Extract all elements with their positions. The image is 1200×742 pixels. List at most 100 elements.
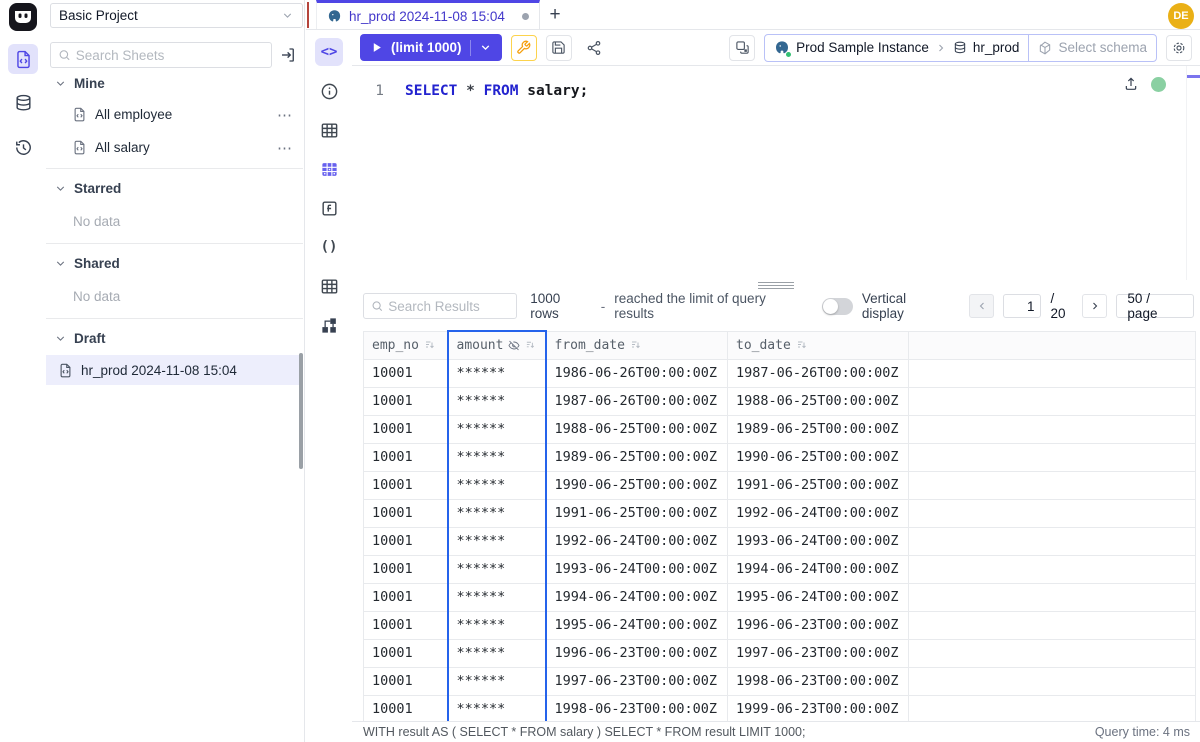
- rail-schema-diagram-button[interactable]: [315, 311, 343, 339]
- table-cell[interactable]: ******: [448, 555, 546, 583]
- table-cell[interactable]: 1991-06-25T00:00:00Z: [546, 499, 728, 527]
- table-cell[interactable]: 1994-06-24T00:00:00Z: [546, 583, 728, 611]
- page-number-input[interactable]: [1003, 294, 1041, 318]
- batch-query-button[interactable]: [729, 35, 755, 61]
- table-cell[interactable]: 10001: [364, 555, 448, 583]
- section-starred[interactable]: Starred: [46, 173, 303, 203]
- sidebar-scrollbar[interactable]: [299, 353, 303, 469]
- table-cell[interactable]: 1993-06-24T00:00:00Z: [728, 527, 909, 555]
- table-cell[interactable]: 1997-06-23T00:00:00Z: [546, 667, 728, 695]
- table-cell[interactable]: 1990-06-25T00:00:00Z: [546, 471, 728, 499]
- table-cell[interactable]: 10001: [364, 667, 448, 695]
- table-cell[interactable]: 1992-06-24T00:00:00Z: [728, 499, 909, 527]
- results-search-input[interactable]: [388, 299, 509, 314]
- panel-splitter[interactable]: [352, 280, 1200, 290]
- table-cell[interactable]: ******: [448, 471, 546, 499]
- table-cell[interactable]: 10001: [364, 695, 448, 723]
- table-cell[interactable]: ******: [448, 443, 546, 471]
- user-avatar[interactable]: DE: [1168, 3, 1194, 29]
- rail-info-button[interactable]: [315, 77, 343, 105]
- page-size-select[interactable]: 50 / page: [1116, 294, 1194, 318]
- sort-icon[interactable]: [525, 339, 536, 351]
- upload-icon[interactable]: [1123, 76, 1139, 92]
- column-header-to-date[interactable]: to_date: [728, 331, 909, 359]
- table-cell[interactable]: 1998-06-23T00:00:00Z: [546, 695, 728, 723]
- table-cell[interactable]: 10001: [364, 527, 448, 555]
- table-cell[interactable]: ******: [448, 499, 546, 527]
- bytebase-logo[interactable]: [8, 2, 38, 32]
- table-cell[interactable]: 1993-06-24T00:00:00Z: [546, 555, 728, 583]
- more-actions-icon[interactable]: ⋯: [277, 139, 293, 157]
- sheet-item-draft-hr-prod[interactable]: hr_prod 2024-11-08 15:04: [46, 355, 303, 385]
- rail-tables-button[interactable]: [315, 116, 343, 144]
- results-search-box[interactable]: [363, 293, 517, 319]
- table-cell[interactable]: 1996-06-23T00:00:00Z: [728, 611, 909, 639]
- sql-editor[interactable]: 1 SELECT * FROM salary;: [352, 66, 1200, 280]
- table-cell[interactable]: 10001: [364, 611, 448, 639]
- rail-databases-button[interactable]: [8, 88, 38, 118]
- column-header-amount[interactable]: amount: [448, 331, 546, 359]
- table-cell[interactable]: 1987-06-26T00:00:00Z: [546, 387, 728, 415]
- section-mine[interactable]: Mine: [46, 68, 303, 98]
- table-cell[interactable]: ******: [448, 415, 546, 443]
- table-cell[interactable]: 1996-06-23T00:00:00Z: [546, 639, 728, 667]
- table-cell[interactable]: ******: [448, 639, 546, 667]
- table-cell[interactable]: 1999-06-23T00:00:00Z: [728, 695, 909, 723]
- table-cell[interactable]: 1988-06-25T00:00:00Z: [546, 415, 728, 443]
- table-cell[interactable]: 10001: [364, 583, 448, 611]
- prev-page-button[interactable]: [969, 294, 995, 318]
- table-cell[interactable]: 10001: [364, 471, 448, 499]
- sort-icon[interactable]: [630, 339, 642, 351]
- section-shared[interactable]: Shared: [46, 248, 303, 278]
- rail-brackets-button[interactable]: (): [315, 233, 343, 261]
- table-cell[interactable]: 1998-06-23T00:00:00Z: [728, 667, 909, 695]
- rail-table2-button[interactable]: [315, 272, 343, 300]
- table-cell[interactable]: ******: [448, 695, 546, 723]
- sheet-item-all-salary[interactable]: All salary ⋯: [46, 131, 303, 164]
- table-cell[interactable]: 10001: [364, 443, 448, 471]
- editor-scrollbar[interactable]: [1186, 66, 1187, 280]
- table-cell[interactable]: 1997-06-23T00:00:00Z: [728, 639, 909, 667]
- sheet-search-box[interactable]: [50, 42, 272, 68]
- table-cell[interactable]: 1986-06-26T00:00:00Z: [546, 359, 728, 387]
- table-cell[interactable]: 1989-06-25T00:00:00Z: [546, 443, 728, 471]
- table-cell[interactable]: ******: [448, 527, 546, 555]
- sheet-search-input[interactable]: [76, 48, 264, 63]
- sort-icon[interactable]: [796, 339, 808, 351]
- table-cell[interactable]: ******: [448, 667, 546, 695]
- run-query-button[interactable]: (limit 1000): [360, 34, 502, 61]
- format-sql-button[interactable]: [511, 35, 537, 61]
- more-actions-icon[interactable]: ⋯: [277, 106, 293, 124]
- table-cell[interactable]: 1989-06-25T00:00:00Z: [728, 415, 909, 443]
- table-cell[interactable]: ******: [448, 387, 546, 415]
- import-sheet-icon[interactable]: [279, 46, 297, 64]
- table-cell[interactable]: 10001: [364, 499, 448, 527]
- table-cell[interactable]: 10001: [364, 387, 448, 415]
- project-select[interactable]: Basic Project: [50, 3, 303, 28]
- share-sheet-button[interactable]: [581, 35, 607, 61]
- table-cell[interactable]: 1990-06-25T00:00:00Z: [728, 443, 909, 471]
- table-cell[interactable]: 1992-06-24T00:00:00Z: [546, 527, 728, 555]
- table-cell[interactable]: ******: [448, 611, 546, 639]
- table-cell[interactable]: 10001: [364, 359, 448, 387]
- table-cell[interactable]: 1994-06-24T00:00:00Z: [728, 555, 909, 583]
- table-cell[interactable]: ******: [448, 359, 546, 387]
- rail-sample-data-button[interactable]: [315, 155, 343, 183]
- table-cell[interactable]: ******: [448, 583, 546, 611]
- table-cell[interactable]: 1988-06-25T00:00:00Z: [728, 387, 909, 415]
- rail-code-button[interactable]: <>: [315, 38, 343, 66]
- sheet-item-all-employee[interactable]: All employee ⋯: [46, 98, 303, 131]
- chevron-down-icon[interactable]: [479, 41, 492, 54]
- ai-assistant-button[interactable]: [1166, 35, 1192, 61]
- table-cell[interactable]: 10001: [364, 415, 448, 443]
- next-page-button[interactable]: [1082, 294, 1108, 318]
- rail-functions-button[interactable]: [315, 194, 343, 222]
- database-selector[interactable]: Prod Sample Instance hr_prod: [765, 40, 1028, 56]
- table-cell[interactable]: 1995-06-24T00:00:00Z: [546, 611, 728, 639]
- table-cell[interactable]: 1991-06-25T00:00:00Z: [728, 471, 909, 499]
- rail-history-button[interactable]: [8, 132, 38, 162]
- rail-sheets-button[interactable]: [8, 44, 38, 74]
- column-header-emp-no[interactable]: emp_no: [364, 331, 448, 359]
- table-cell[interactable]: 1987-06-26T00:00:00Z: [728, 359, 909, 387]
- tab-hr-prod[interactable]: hr_prod 2024-11-08 15:04: [316, 0, 540, 29]
